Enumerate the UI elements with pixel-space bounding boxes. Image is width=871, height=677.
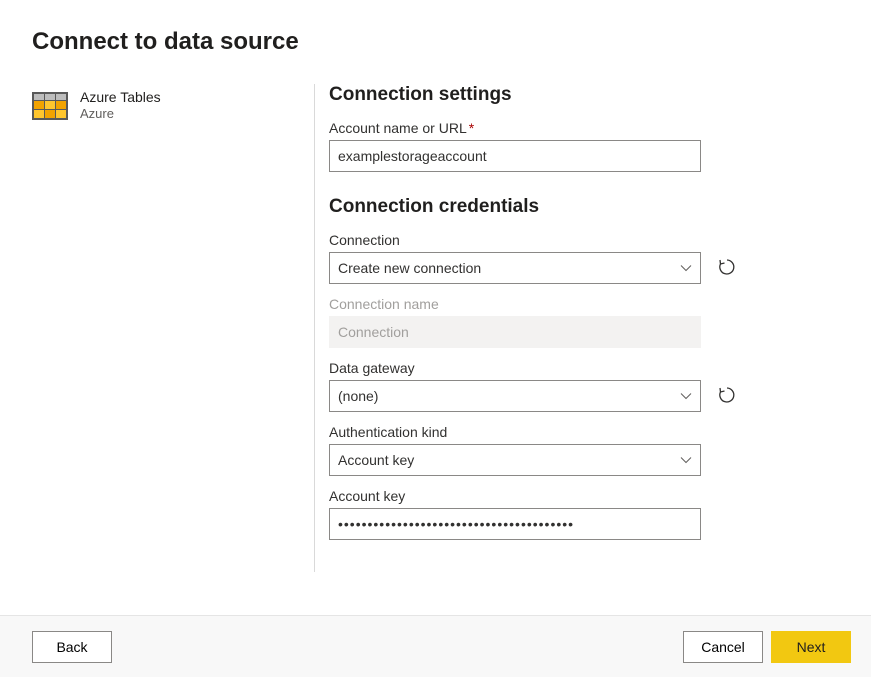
auth-kind-select[interactable]: Account key — [329, 444, 701, 476]
data-gateway-select[interactable]: (none) — [329, 380, 701, 412]
page-title: Connect to data source — [32, 28, 839, 56]
data-gateway-label: Data gateway — [329, 360, 839, 376]
chevron-down-icon — [680, 454, 692, 466]
cancel-button[interactable]: Cancel — [683, 631, 763, 663]
required-indicator: * — [469, 120, 474, 136]
connection-select[interactable]: Create new connection — [329, 252, 701, 284]
next-button[interactable]: Next — [771, 631, 851, 663]
connection-settings-heading: Connection settings — [329, 84, 839, 106]
chevron-down-icon — [680, 262, 692, 274]
azure-tables-icon — [32, 88, 68, 124]
dialog-footer: Back Cancel Next — [0, 615, 871, 677]
connection-name-input — [329, 316, 701, 348]
refresh-gateway-button[interactable] — [715, 384, 739, 408]
connector-name: Azure Tables — [80, 88, 161, 106]
vertical-divider — [314, 84, 315, 572]
back-button[interactable]: Back — [32, 631, 112, 663]
account-name-label: Account name or URL* — [329, 120, 839, 136]
connection-name-label: Connection name — [329, 296, 839, 312]
account-name-input[interactable] — [329, 140, 701, 172]
refresh-connection-button[interactable] — [715, 256, 739, 280]
connection-credentials-heading: Connection credentials — [329, 196, 839, 218]
chevron-down-icon — [680, 390, 692, 402]
refresh-icon — [717, 257, 737, 280]
refresh-icon — [717, 385, 737, 408]
connector-publisher: Azure — [80, 106, 161, 123]
connector-summary: Azure Tables Azure — [32, 84, 314, 572]
account-key-label: Account key — [329, 488, 839, 504]
connection-label: Connection — [329, 232, 839, 248]
auth-kind-label: Authentication kind — [329, 424, 839, 440]
account-key-input[interactable] — [329, 508, 701, 540]
